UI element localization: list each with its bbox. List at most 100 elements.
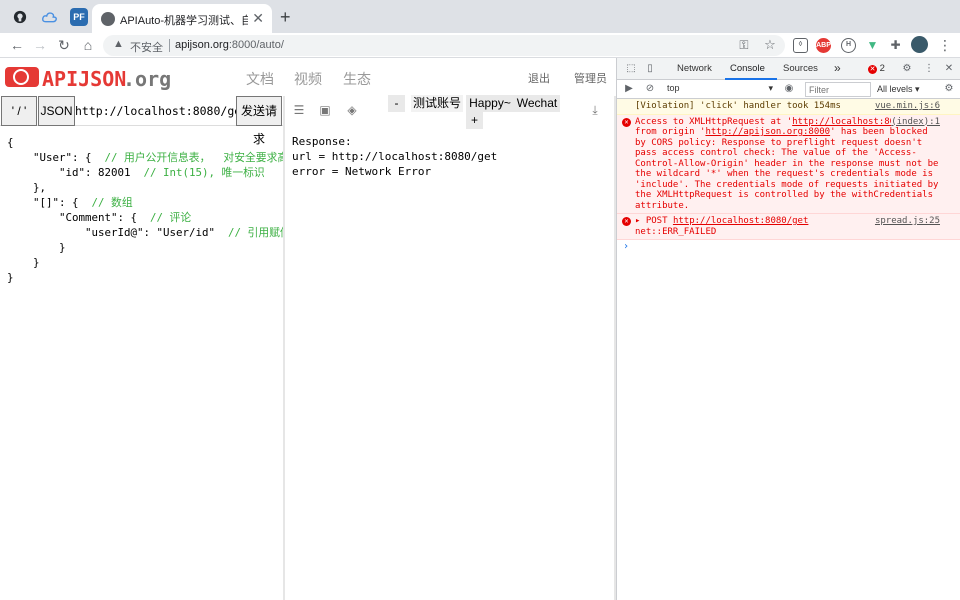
error-count: 2	[879, 63, 885, 74]
editor-line[interactable]: }	[7, 255, 284, 270]
github-icon[interactable]	[11, 8, 29, 26]
console-filter-bar: ▶ ⊘ top ▾ ◉ All levels ▾ ⚙	[617, 80, 960, 99]
shield-icon[interactable]: ◊	[793, 38, 808, 53]
tab-sources[interactable]: Sources	[783, 63, 818, 74]
list-indent-icon[interactable]: ☰	[292, 103, 306, 117]
cors-source-link[interactable]: (index):1	[891, 116, 940, 127]
log-levels-dropdown[interactable]: All levels ▾	[877, 84, 920, 95]
request-json-editor[interactable]: { "User": { // 用户公开信息表， 对安全要求高 "id": 820…	[0, 127, 284, 600]
active-tab[interactable]: APIAuto-机器学习测试、自动生成 ✕	[92, 4, 272, 33]
layers-icon[interactable]: ◈	[345, 103, 359, 117]
response-output: Response: url = http://localhost:8080/get…	[292, 134, 612, 179]
error-count-badge[interactable]: ✕ 2	[868, 63, 885, 74]
menu-kebab-icon[interactable]: ⋮	[936, 36, 954, 54]
warning-text: [Violation] 'click' handler took 154ms	[635, 101, 841, 111]
download-icon[interactable]: ⤓	[588, 103, 602, 117]
clear-console-icon[interactable]: ⊘	[644, 83, 656, 95]
devtools-tabbar: ⬚ ▯ Network Console Sources » ✕ 2 ⚙ ⋮ ✕	[617, 58, 960, 80]
h-extension-icon[interactable]: H	[841, 38, 856, 53]
add-account-button[interactable]: +	[466, 112, 483, 129]
logo-org[interactable]: .org	[123, 67, 171, 91]
editor-line[interactable]: }	[7, 270, 284, 285]
kebab-menu-icon[interactable]: ⋮	[923, 63, 935, 75]
tab-console[interactable]: Console	[730, 63, 765, 74]
code-text: }	[7, 256, 40, 269]
console-prompt[interactable]: ›	[617, 240, 960, 253]
editor-line[interactable]: "User": { // 用户公开信息表， 对安全要求高	[7, 150, 284, 165]
editor-line[interactable]: },	[7, 180, 284, 195]
avatar[interactable]	[911, 36, 928, 53]
cloud-icon[interactable]	[40, 8, 58, 26]
home-icon[interactable]: ⌂	[79, 36, 97, 54]
post-method[interactable]: ▸ POST	[635, 216, 668, 226]
forward-icon[interactable]: →	[31, 36, 49, 54]
nav-videos[interactable]: 视频	[294, 69, 322, 89]
nav-docs[interactable]: 文档	[246, 69, 274, 89]
context-value: top	[667, 83, 680, 93]
tab-strip: PF APIAuto-机器学习测试、自动生成 ✕ +	[0, 0, 960, 33]
post-url-link[interactable]: http://localhost:8080/get	[673, 216, 808, 226]
logout-link[interactable]: 退出	[528, 70, 550, 86]
editor-line[interactable]: }	[7, 240, 284, 255]
extensions-puzzle-icon[interactable]: ✚	[888, 38, 903, 53]
minus-button[interactable]: -	[388, 95, 405, 112]
account-happy[interactable]: Happy~	[466, 95, 514, 112]
editor-line[interactable]: "id": 82001 // Int(15), 唯一标识	[7, 165, 284, 180]
url-text[interactable]: apijson.org:8000/auto/	[175, 39, 284, 51]
device-toggle-icon[interactable]: ▯	[644, 63, 656, 75]
pane-divider[interactable]	[283, 96, 285, 600]
code-comment: // Int(15), 唯一标识	[143, 166, 265, 179]
cors-origin-link[interactable]: http://apijson.org:8000	[705, 127, 830, 137]
close-tab-icon[interactable]: ✕	[252, 10, 264, 27]
reload-icon[interactable]: ↻	[55, 36, 73, 54]
request-url-input[interactable]: http://localhost:8080/get	[75, 100, 237, 122]
error-icon: ✕	[622, 117, 631, 127]
editor-line[interactable]: "[]": { // 数组	[7, 195, 284, 210]
tab-title: APIAuto-机器学习测试、自动生成	[120, 15, 248, 27]
editor-line[interactable]: "Comment": { // 评论	[7, 210, 284, 225]
json-button[interactable]: JSON	[38, 96, 75, 126]
context-selector[interactable]: top ▾	[667, 83, 777, 96]
save-icon[interactable]: ▣	[318, 103, 332, 117]
close-devtools-icon[interactable]: ✕	[943, 63, 955, 75]
console-error-cors: ✕ (index):1 Access to XMLHttpRequest at …	[617, 114, 960, 214]
address-bar[interactable]: ▲ 不安全 apijson.org:8000/auto/ ⚿ ☆	[103, 35, 785, 56]
code-text: },	[7, 181, 47, 194]
code-text: }	[7, 241, 66, 254]
logo-text[interactable]: APIJSON	[42, 67, 126, 91]
inspect-element-icon[interactable]: ⬚	[625, 63, 637, 75]
code-text: "userId@": "User/id"	[7, 226, 229, 239]
tab-network[interactable]: Network	[677, 63, 712, 74]
console-settings-icon[interactable]: ⚙	[943, 83, 955, 95]
account-wechat[interactable]: Wechat	[514, 95, 560, 112]
devtools-panel: ⬚ ▯ Network Console Sources » ✕ 2 ⚙ ⋮ ✕ …	[616, 58, 960, 600]
back-icon[interactable]: ←	[8, 36, 26, 54]
request-controls: ' / ' JSON http://localhost:8080/get 发送请…	[0, 96, 284, 146]
admin-link[interactable]: 管理员	[574, 70, 607, 86]
warning-source-link[interactable]: vue.min.js:6	[874, 101, 940, 112]
editor-line[interactable]: {	[7, 135, 284, 150]
adblock-icon[interactable]: ABP	[816, 38, 831, 53]
new-tab-button[interactable]: +	[280, 7, 291, 28]
editor-line[interactable]: "userId@": "User/id" // 引用赋值	[7, 225, 284, 240]
slash-button[interactable]: ' / '	[1, 96, 37, 126]
bookmark-star-icon[interactable]: ☆	[761, 36, 779, 54]
settings-gear-icon[interactable]: ⚙	[901, 63, 913, 75]
send-request-button[interactable]: 发送请求	[236, 96, 282, 146]
post-source-link[interactable]: spread.js:25	[874, 216, 940, 227]
key-icon[interactable]: ⚿	[735, 36, 753, 54]
divider	[169, 39, 170, 52]
eye-icon[interactable]: ◉	[783, 83, 795, 95]
pf-icon[interactable]: PF	[70, 8, 88, 26]
more-tabs-icon[interactable]: »	[834, 61, 841, 75]
nav-ecosystem[interactable]: 生态	[343, 69, 371, 89]
test-account-button[interactable]: 测试账号	[411, 95, 463, 112]
console-filter-input[interactable]	[805, 82, 871, 97]
cors-text-rest: ' has been blocked by CORS policy: Respo…	[635, 127, 939, 211]
logo-icon[interactable]	[5, 67, 39, 87]
code-comment: // 用户公开信息表， 对安全要求高	[104, 151, 284, 164]
vue-devtools-icon[interactable]: ▼	[865, 38, 880, 53]
response-line: url = http://localhost:8080/get	[292, 150, 498, 163]
sidebar-toggle-icon[interactable]: ▶	[623, 83, 635, 95]
code-comment: // 评论	[150, 211, 192, 224]
